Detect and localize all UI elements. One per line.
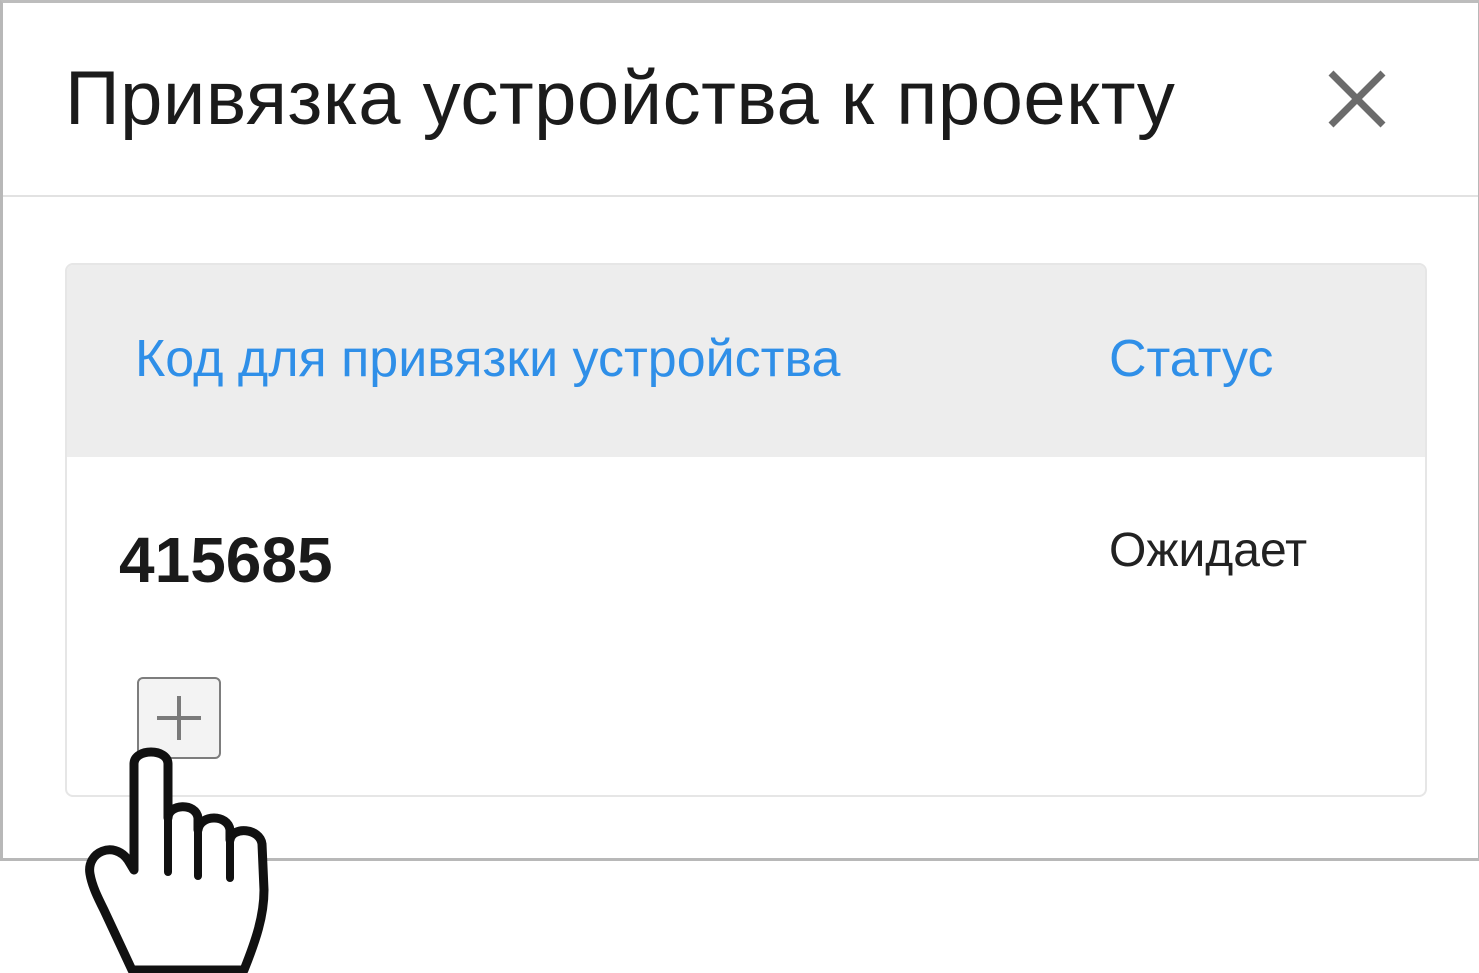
add-code-button[interactable]	[137, 677, 221, 759]
dialog-title: Привязка устройства к проекту	[65, 56, 1176, 141]
table-header: Код для привязки устройства Статус	[67, 265, 1425, 457]
close-icon	[1328, 70, 1386, 128]
screen: Привязка устройства к проекту Код для пр…	[0, 0, 1479, 973]
device-status-value: Ожидает	[1109, 524, 1308, 577]
bind-device-dialog: Привязка устройства к проекту Код для пр…	[0, 0, 1479, 861]
column-header-status[interactable]: Статус	[1109, 329, 1273, 389]
close-button[interactable]	[1321, 63, 1393, 135]
dialog-header: Привязка устройства к проекту	[3, 3, 1478, 197]
device-code-value: 415685	[119, 524, 333, 596]
device-codes-table: Код для привязки устройства Статус 41568…	[65, 263, 1427, 797]
plus-icon	[157, 696, 201, 740]
column-header-code[interactable]: Код для привязки устройства	[135, 329, 840, 389]
